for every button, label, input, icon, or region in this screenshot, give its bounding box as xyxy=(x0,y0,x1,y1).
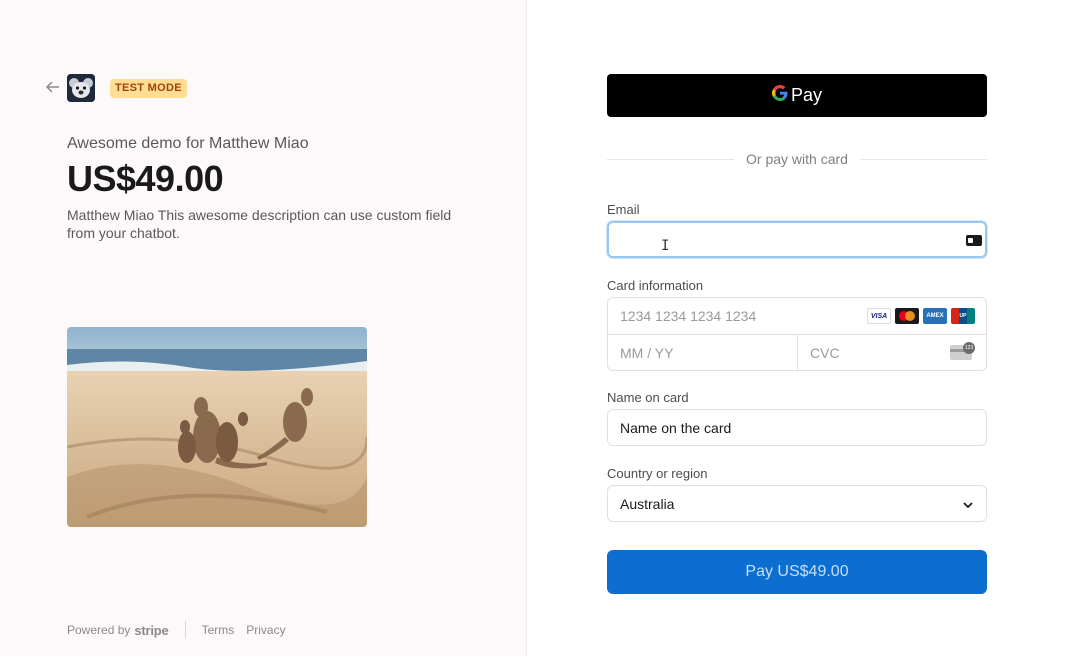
google-pay-label: Pay xyxy=(790,85,823,105)
stripe-logo[interactable]: stripe xyxy=(134,623,168,638)
card-brands: VISA AMEX UP xyxy=(867,308,975,324)
cvc-placeholder: CVC xyxy=(810,344,840,361)
card-info-label: Card information xyxy=(607,278,704,293)
expiry-placeholder: MM / YY xyxy=(620,344,674,361)
expiry-field[interactable]: MM / YY xyxy=(608,335,798,370)
chevron-down-icon xyxy=(962,498,974,510)
product-image xyxy=(67,327,367,527)
card-number-placeholder: 1234 1234 1234 1234 xyxy=(620,308,757,324)
country-value: Australia xyxy=(620,495,675,512)
privacy-link[interactable]: Privacy xyxy=(246,623,285,637)
name-on-card-field[interactable]: Name on the card xyxy=(607,409,987,446)
product-name: Awesome demo for Matthew Miao xyxy=(67,135,309,152)
cvc-card-icon xyxy=(950,342,975,360)
unionpay-icon: UP xyxy=(951,308,975,324)
test-mode-badge: TEST MODE xyxy=(110,79,187,98)
cvc-field[interactable]: CVC xyxy=(798,335,986,370)
powered-by-text: Powered by xyxy=(67,623,131,637)
email-label: Email xyxy=(607,202,640,217)
name-label: Name on card xyxy=(607,390,689,405)
mastercard-icon xyxy=(895,308,919,324)
google-g-icon xyxy=(771,84,788,107)
email-field[interactable]: I xyxy=(607,221,987,258)
card-information-group: 1234 1234 1234 1234 VISA AMEX UP MM / YY… xyxy=(607,297,987,371)
country-select[interactable]: Australia xyxy=(607,485,987,522)
or-divider: Or pay with card xyxy=(607,150,987,168)
country-label: Country or region xyxy=(607,466,708,481)
google-pay-button[interactable]: Pay xyxy=(607,74,987,117)
product-price: US$49.00 xyxy=(67,158,224,199)
arrow-left-icon[interactable] xyxy=(45,79,61,95)
order-summary-panel: TEST MODE Awesome demo for Matthew Miao … xyxy=(0,0,527,656)
card-number-field[interactable]: 1234 1234 1234 1234 VISA AMEX UP xyxy=(608,298,986,335)
name-on-card-value: Name on the card xyxy=(620,419,732,436)
koala-logo-icon[interactable] xyxy=(67,74,95,102)
divider-text: Or pay with card xyxy=(746,151,848,167)
footer-divider xyxy=(184,621,186,639)
product-description: Matthew Miao This awesome description ca… xyxy=(67,207,452,241)
footer: Powered by stripe Terms Privacy xyxy=(67,621,298,639)
text-cursor-icon: I xyxy=(661,238,670,254)
terms-link[interactable]: Terms xyxy=(202,623,235,637)
visa-icon: VISA xyxy=(867,308,891,324)
contact-card-icon[interactable] xyxy=(966,235,982,246)
pay-button[interactable]: Pay US$49.00 xyxy=(607,550,987,594)
amex-icon: AMEX xyxy=(923,308,947,324)
